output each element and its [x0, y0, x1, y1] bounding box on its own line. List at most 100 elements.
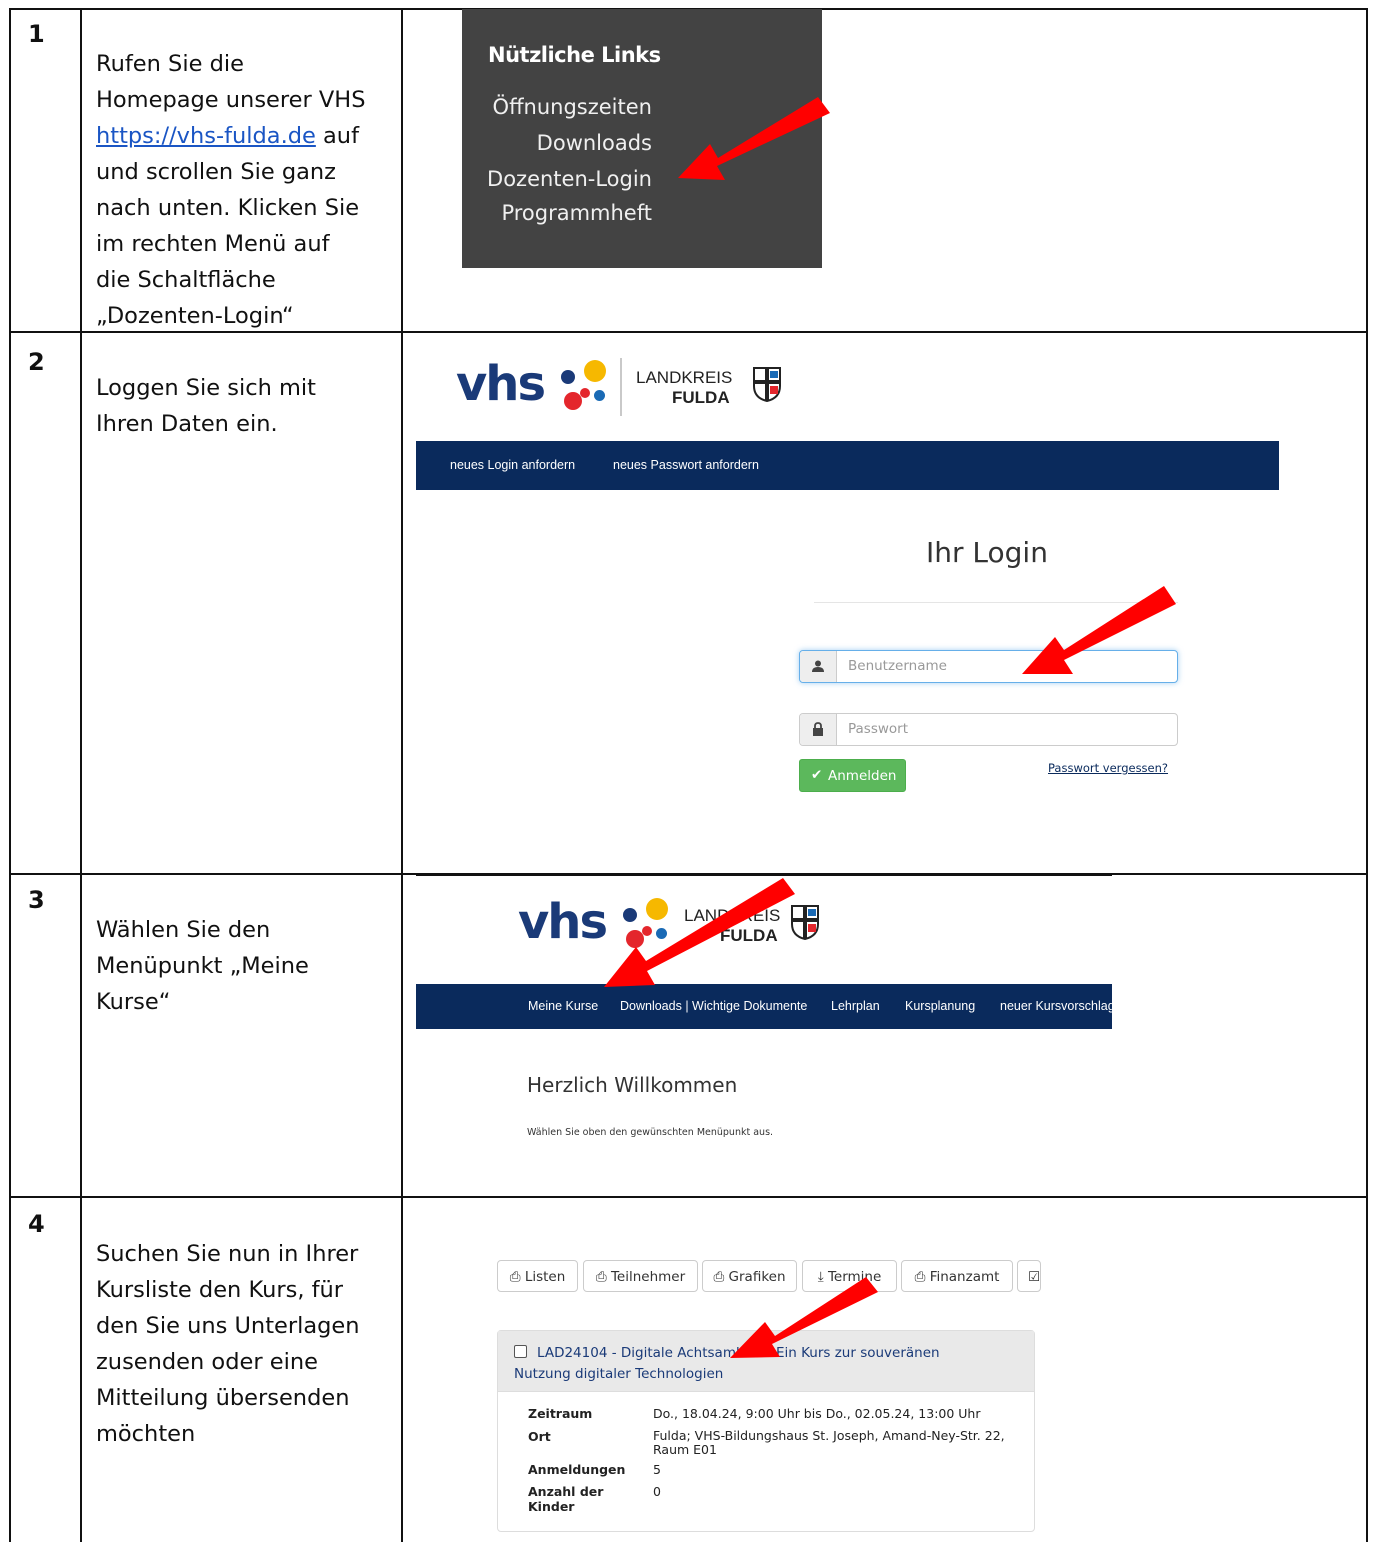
finanzamt-label: Finanzamt — [929, 1269, 1000, 1285]
step-2-text: Loggen Sie sich mit Ihren Daten ein. — [96, 370, 388, 442]
course-title-text: LAD24104 - Digitale Achtsamkeit – Ein Ku… — [514, 1345, 940, 1382]
more-button[interactable]: ☑M — [1017, 1260, 1041, 1292]
footer-link-programmheft[interactable]: Programmheft — [462, 201, 652, 225]
lock-icon — [813, 722, 823, 736]
nav-lehrplan[interactable]: Lehrplan — [831, 999, 880, 1013]
logo-dot — [584, 360, 606, 382]
finanzamt-button[interactable]: ⎙ Finanzamt — [901, 1260, 1013, 1292]
top-edge-line — [416, 873, 1112, 876]
table-row-divider-3 — [9, 1196, 1367, 1198]
vhs-logo-wordmark: vhs — [518, 894, 608, 950]
anmelden-button[interactable]: ✔ Anmelden — [799, 759, 906, 792]
step-text-line: Rufen Sie die — [96, 51, 244, 77]
detail-label: Anzahl der Kinder — [528, 1484, 604, 1514]
logo-dot — [594, 390, 605, 401]
course-detail-label: Zeitraum — [528, 1406, 592, 1421]
user-icon — [812, 660, 824, 672]
dozenten-navbar: Meine Kurse Downloads | Wichtige Dokumen… — [416, 984, 1112, 1029]
course-detail-label: Anzahl der Kinder — [528, 1484, 608, 1514]
step-text-line: https://vhs-fulda.de auf — [96, 118, 388, 154]
step-text-line: nach unten. Klicken Sie — [96, 195, 360, 221]
course-detail-label: Anmeldungen — [528, 1462, 625, 1477]
vhs-logo-wordmark: vhs — [456, 356, 546, 412]
step-number: 1 — [28, 20, 45, 48]
step-text-line: im rechten Menü auf — [96, 231, 330, 257]
table-border-right — [1366, 8, 1368, 1542]
print-icon: ⎙ — [713, 1269, 725, 1285]
step-text-line: Ihren Daten ein. — [96, 411, 278, 437]
listen-label: Listen — [524, 1269, 566, 1285]
step-text-line: zusenden oder eine — [96, 1349, 318, 1375]
username-placeholder: Benutzername — [848, 658, 947, 674]
nav-neues-passwort[interactable]: neues Passwort anfordern — [613, 458, 759, 472]
step-1-text: Rufen Sie die Homepage unserer VHS https… — [96, 46, 388, 334]
footer-link-oeffnungszeiten[interactable]: Öffnungszeiten — [462, 95, 652, 119]
logo-landkreis-text: LANDKREIS — [636, 368, 733, 387]
nav-neues-login[interactable]: neues Login anfordern — [450, 458, 575, 472]
course-detail-value: Do., 18.04.24, 9:00 Uhr bis Do., 02.05.2… — [653, 1406, 981, 1421]
nav-kursplanung[interactable]: Kursplanung — [905, 999, 975, 1013]
footer-links-title: Nützliche Links — [488, 43, 661, 67]
step-text-line: die Schaltfläche — [96, 267, 276, 293]
detail-label: Zeitraum — [528, 1406, 593, 1421]
grafiken-button[interactable]: ⎙ Grafiken — [702, 1260, 797, 1292]
logo-dot — [642, 926, 652, 936]
welcome-heading: Herzlich Willkommen — [527, 1073, 738, 1097]
course-card-header[interactable]: LAD24104 - Digitale Achtsamkeit – Ein Ku… — [498, 1331, 1034, 1392]
detail-label: Anmeldungen — [528, 1462, 626, 1477]
course-card: LAD24104 - Digitale Achtsamkeit – Ein Ku… — [497, 1330, 1035, 1532]
step-text-line: den Sie uns Unterlagen — [96, 1313, 360, 1339]
step-text-line: „Dozenten-Login“ — [96, 303, 294, 329]
logo-landkreis-text: LANDKREIS — [684, 906, 781, 925]
checkbox-icon: ☑ — [1028, 1269, 1041, 1285]
toolbar-clip-edge — [1041, 1255, 1071, 1297]
step-text-line: Suchen Sie nun in Ihrer — [96, 1241, 359, 1267]
step-text-line: möchten — [96, 1421, 196, 1447]
step-text-line: und scrollen Sie ganz — [96, 159, 336, 185]
course-title[interactable]: LAD24104 - Digitale Achtsamkeit – Ein Ku… — [514, 1343, 984, 1385]
password-placeholder: Passwort — [848, 721, 909, 737]
print-icon: ⎙ — [595, 1269, 607, 1285]
download-icon: ⤓ — [817, 1269, 824, 1285]
step-text-line: Kursliste den Kurs, für — [96, 1277, 344, 1303]
logo-dot — [656, 928, 667, 939]
step-4-text: Suchen Sie nun in Ihrer Kursliste den Ku… — [96, 1236, 388, 1452]
passwort-vergessen-link[interactable]: Passwort vergessen? — [1048, 761, 1168, 775]
step-text-line: Homepage unserer VHS — [96, 87, 366, 113]
check-icon: ✔ — [811, 767, 823, 783]
password-addon — [800, 714, 837, 745]
footer-link-downloads[interactable]: Downloads — [462, 131, 652, 155]
step-text-line: Wählen Sie den — [96, 917, 271, 943]
course-detail-value: Fulda; VHS-Bildungshaus St. Joseph, Aman… — [653, 1428, 1005, 1457]
step-number: 2 — [28, 348, 45, 376]
step-text-line: Loggen Sie sich mit — [96, 375, 317, 401]
nav-downloads[interactable]: Downloads | Wichtige Dokumente — [620, 999, 807, 1013]
username-field[interactable]: Benutzername — [799, 650, 1178, 683]
vhs-homepage-link[interactable]: https://vhs-fulda.de — [96, 123, 316, 149]
login-title-divider — [814, 602, 1178, 603]
course-detail-label: Ort — [528, 1429, 551, 1444]
listen-button[interactable]: ⎙ Listen — [497, 1260, 578, 1292]
footer-links-panel: Nützliche Links Öffnungszeiten Downloads… — [462, 9, 822, 268]
logo-dot — [580, 388, 590, 398]
termine-button[interactable]: ⤓ Termine — [802, 1260, 897, 1292]
nav-meine-kurse[interactable]: Meine Kurse — [528, 999, 598, 1013]
nav-neuer-kursvorschlag[interactable]: neuer Kursvorschlag — [1000, 999, 1112, 1013]
footer-link-dozenten-login[interactable]: Dozenten-Login — [462, 167, 652, 191]
print-icon: ⎙ — [509, 1269, 521, 1285]
welcome-hint: Wählen Sie oben den gewünschten Menüpunk… — [527, 1127, 774, 1138]
detail-label: Ort — [528, 1429, 551, 1444]
landkreis-crest-icon — [753, 367, 781, 402]
table-col-divider-1 — [80, 8, 82, 1542]
teilnehmer-button[interactable]: ⎙ Teilnehmer — [583, 1260, 698, 1292]
landkreis-crest-icon — [791, 905, 819, 940]
course-detail-value: 0 — [653, 1484, 661, 1499]
vhs-logo: vhs LANDKREIS FULDA — [456, 356, 816, 426]
course-checkbox[interactable] — [514, 1345, 527, 1358]
step-number: 4 — [28, 1210, 45, 1238]
logo-fulda-text: FULDA — [672, 388, 730, 407]
password-field[interactable]: Passwort — [799, 713, 1178, 746]
logo-fulda-text: FULDA — [720, 926, 778, 945]
step-text-line: Menüpunkt „Meine — [96, 953, 309, 979]
logo-dot — [646, 898, 668, 920]
